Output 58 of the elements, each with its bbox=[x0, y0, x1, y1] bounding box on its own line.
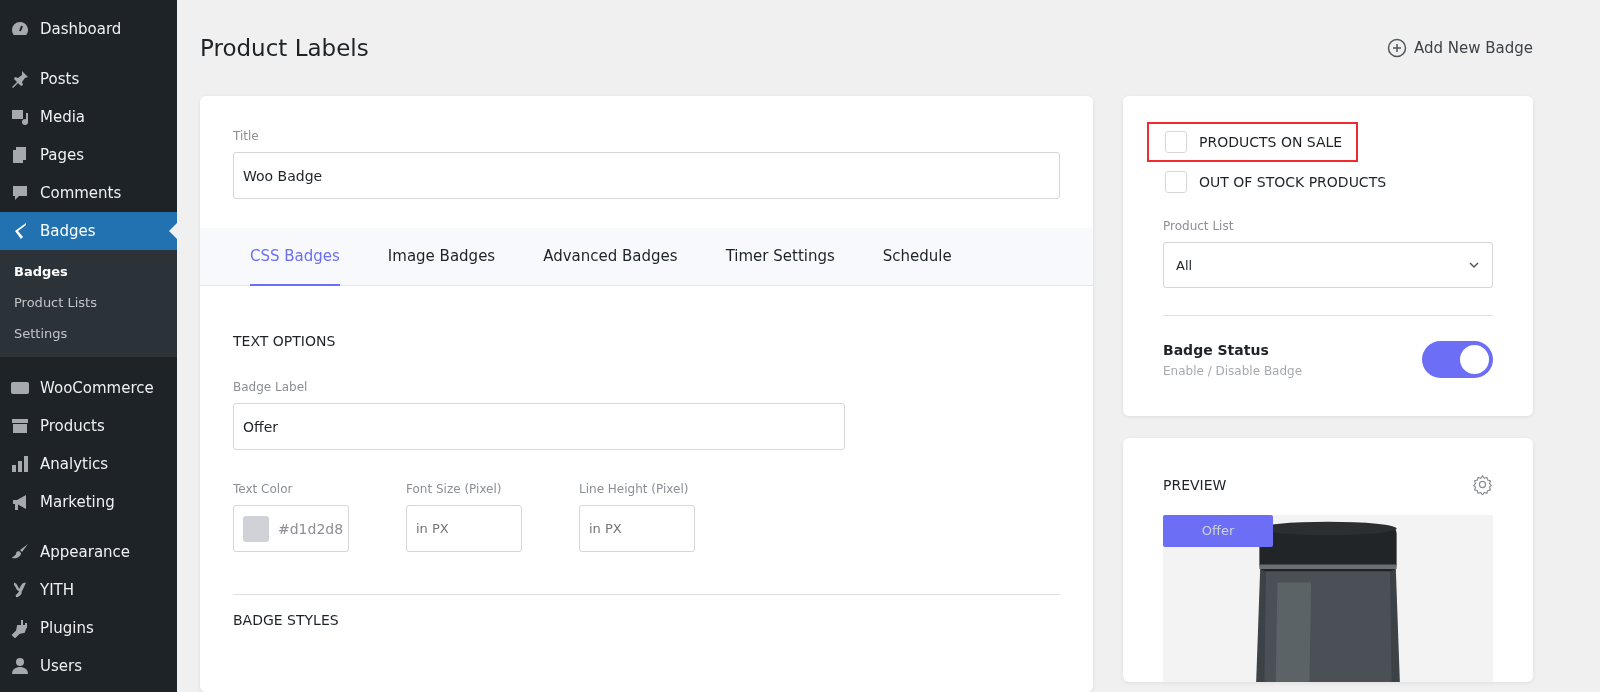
section-heading: BADGE STYLES bbox=[233, 612, 340, 628]
plus-circle-icon bbox=[1386, 38, 1407, 58]
menu-item[interactable]: Users bbox=[0, 647, 177, 685]
title-field[interactable]: Woo Badge bbox=[233, 152, 1060, 199]
archive-box-icon bbox=[10, 416, 30, 436]
menu-item[interactable]: WooCommerce bbox=[0, 369, 177, 407]
menu-item[interactable]: Media bbox=[0, 98, 177, 136]
product-list-dropdown[interactable]: All bbox=[1163, 242, 1493, 288]
bar-chart-icon bbox=[10, 454, 30, 474]
menu-item[interactable]: Appearance bbox=[0, 533, 177, 571]
color-swatch[interactable] bbox=[243, 515, 269, 542]
tab[interactable]: Timer Settings bbox=[725, 228, 835, 286]
field-label: Text Color bbox=[233, 482, 294, 496]
toggle-switch[interactable] bbox=[1422, 341, 1493, 378]
submenu-item[interactable]: Settings bbox=[0, 318, 177, 349]
pushpin-icon bbox=[10, 69, 30, 89]
menu-item[interactable]: Plugins bbox=[0, 609, 177, 647]
tab[interactable]: Image Badges bbox=[387, 228, 496, 286]
checkbox[interactable] bbox=[1165, 171, 1187, 193]
chevron-down-icon bbox=[1468, 261, 1480, 269]
submenu-item[interactable]: Badges bbox=[0, 256, 177, 287]
field-label: Title bbox=[233, 129, 260, 143]
status-title: Badge Status bbox=[1163, 341, 1270, 358]
media-icon bbox=[10, 107, 30, 127]
offer-badge: Offer bbox=[1163, 515, 1273, 547]
menu-item[interactable]: Posts bbox=[0, 60, 177, 98]
menu-item[interactable]: Dashboard bbox=[0, 10, 177, 48]
tab[interactable]: Advanced Badges bbox=[543, 228, 678, 286]
option-label: PRODUCTS ON SALE bbox=[1199, 134, 1343, 150]
status-hint: Enable / Disable Badge bbox=[1163, 363, 1303, 378]
field-label: Product List bbox=[1163, 219, 1235, 233]
user-icon bbox=[10, 656, 30, 676]
settings-icon[interactable] bbox=[1472, 474, 1493, 495]
menu-item[interactable]: Comments bbox=[0, 174, 177, 212]
color-value: #d1d2d8 bbox=[278, 520, 344, 537]
field-label: Badge Label bbox=[233, 380, 309, 394]
plug-icon bbox=[10, 618, 30, 638]
option-label: OUT OF STOCK PRODUCTS bbox=[1199, 174, 1387, 190]
menu-item[interactable]: Marketing bbox=[0, 483, 177, 521]
badge-label-field[interactable]: Offer bbox=[233, 403, 845, 450]
menu-item[interactable]: Badges bbox=[0, 212, 177, 250]
checkbox[interactable] bbox=[1165, 131, 1187, 153]
field-label: Line Height (Pixel) bbox=[579, 482, 690, 496]
menu-item[interactable]: Pages bbox=[0, 136, 177, 174]
speech-bubble-icon bbox=[10, 183, 30, 203]
section-heading: PREVIEW bbox=[1163, 476, 1227, 493]
section-heading: TEXT OPTIONS bbox=[233, 333, 337, 349]
submenu-item[interactable]: Product Lists bbox=[0, 287, 177, 318]
page-title: Product Labels bbox=[200, 35, 369, 61]
menu-item[interactable]: Analytics bbox=[0, 445, 177, 483]
tab[interactable]: Schedule bbox=[882, 228, 952, 286]
line-height-field[interactable]: in PX bbox=[579, 505, 695, 552]
add-new-link[interactable]: Add New Badge bbox=[1386, 38, 1533, 58]
tab[interactable]: CSS Badges bbox=[250, 228, 340, 286]
font-size-field[interactable]: in PX bbox=[406, 505, 522, 552]
menu-item[interactable]: YITH bbox=[0, 571, 177, 609]
menu-item[interactable]: Products bbox=[0, 407, 177, 445]
field-label: Font Size (Pixel) bbox=[406, 482, 503, 496]
